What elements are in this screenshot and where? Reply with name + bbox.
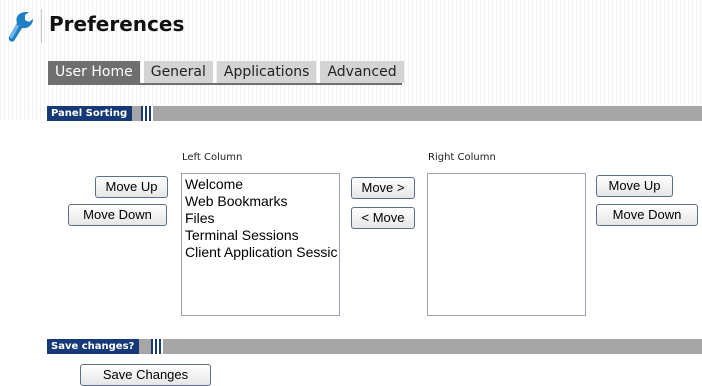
right-column-label: Right Column: [428, 152, 496, 163]
left-column-label: Left Column: [182, 152, 243, 163]
list-item[interactable]: Files: [185, 210, 336, 227]
tab-underline: [48, 83, 402, 85]
save-changes-button[interactable]: Save Changes: [80, 364, 211, 386]
panel-sorting-bar: Panel Sorting: [47, 106, 702, 121]
left-column-list[interactable]: Welcome Web Bookmarks Files Terminal Ses…: [181, 173, 340, 316]
left-move-down-button[interactable]: Move Down: [68, 204, 167, 226]
bar-decoration: [141, 106, 153, 121]
save-changes-bar: Save changes?: [47, 339, 702, 354]
logo-divider: [41, 9, 42, 43]
list-item[interactable]: Client Application Sessic: [185, 244, 338, 261]
page-title: Preferences: [49, 12, 185, 36]
right-column-list[interactable]: [427, 173, 586, 316]
right-move-up-button[interactable]: Move Up: [596, 175, 673, 197]
tab-applications[interactable]: Applications: [216, 61, 317, 83]
right-move-down-button[interactable]: Move Down: [596, 204, 698, 226]
tab-user-home[interactable]: User Home: [48, 61, 140, 83]
move-right-button[interactable]: Move >: [351, 177, 415, 199]
save-changes-label: Save changes?: [47, 339, 140, 354]
tab-general[interactable]: General: [143, 61, 213, 83]
wrench-icon: [8, 12, 33, 42]
list-item[interactable]: Web Bookmarks: [185, 193, 336, 210]
tab-advanced[interactable]: Advanced: [320, 61, 404, 83]
bar-decoration: [151, 339, 163, 354]
left-move-up-button[interactable]: Move Up: [95, 176, 168, 198]
panel-sorting-label: Panel Sorting: [47, 106, 133, 121]
list-item[interactable]: Terminal Sessions: [185, 227, 336, 244]
list-item[interactable]: Welcome: [185, 176, 336, 193]
tab-bar: User Home General Applications Advanced: [48, 61, 408, 84]
move-left-button[interactable]: < Move: [351, 207, 415, 229]
